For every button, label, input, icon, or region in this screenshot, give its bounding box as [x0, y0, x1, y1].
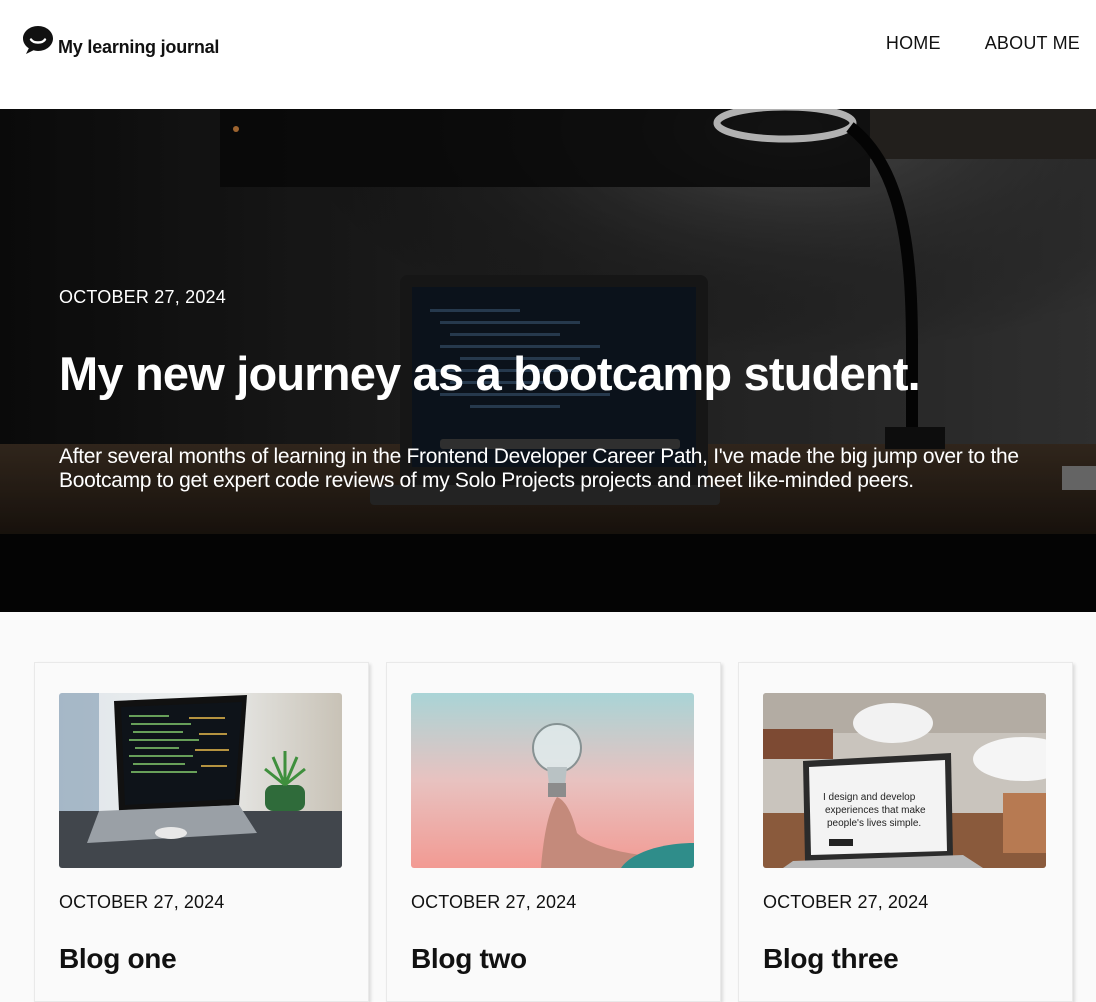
blog-card[interactable]: OCTOBER 27, 2024 Blog two — [386, 662, 721, 1002]
chat-bubble-icon — [23, 26, 53, 54]
main-nav: HOME ABOUT ME — [886, 33, 1080, 54]
card-date: OCTOBER 27, 2024 — [763, 892, 929, 912]
image-text-line2: experiences that make — [825, 805, 926, 816]
image-text-line3: people's lives simple. — [827, 818, 921, 829]
laptop-design-image: I design and develop experiences that ma… — [763, 693, 1046, 868]
hero[interactable]: OCTOBER 27, 2024 My new journey as a boo… — [0, 109, 1096, 612]
blog-card[interactable]: I design and develop experiences that ma… — [738, 662, 1073, 1002]
light-bulb-image — [411, 693, 694, 868]
card-date: OCTOBER 27, 2024 — [411, 892, 577, 912]
nav-about-link[interactable]: ABOUT ME — [985, 33, 1080, 54]
blog-two-thumbnail[interactable] — [411, 693, 694, 868]
card-date: OCTOBER 27, 2024 — [59, 892, 225, 912]
site-header: My learning journal HOME ABOUT ME — [0, 0, 1096, 109]
brand[interactable]: My learning journal — [22, 24, 219, 56]
hero-title[interactable]: My new journey as a bootcamp student. — [59, 344, 921, 404]
card-title[interactable]: Blog two — [411, 943, 527, 975]
blog-cards: OCTOBER 27, 2024 Blog one OCTOBER 27, 20… — [0, 612, 1096, 1002]
card-title[interactable]: Blog one — [59, 943, 177, 975]
blog-card[interactable]: OCTOBER 27, 2024 Blog one — [34, 662, 369, 1002]
nav-home-link[interactable]: HOME — [886, 33, 941, 54]
brand-name: My learning journal — [58, 37, 220, 57]
hero-excerpt: After several months of learning in the … — [59, 445, 1019, 492]
blog-one-thumbnail[interactable] — [59, 693, 342, 868]
card-title[interactable]: Blog three — [763, 943, 899, 975]
image-text-line1: I design and develop — [823, 792, 916, 803]
laptop-code-image — [59, 693, 342, 868]
hero-date: OCTOBER 27, 2024 — [59, 287, 226, 307]
blog-three-thumbnail[interactable]: I design and develop experiences that ma… — [763, 693, 1046, 868]
